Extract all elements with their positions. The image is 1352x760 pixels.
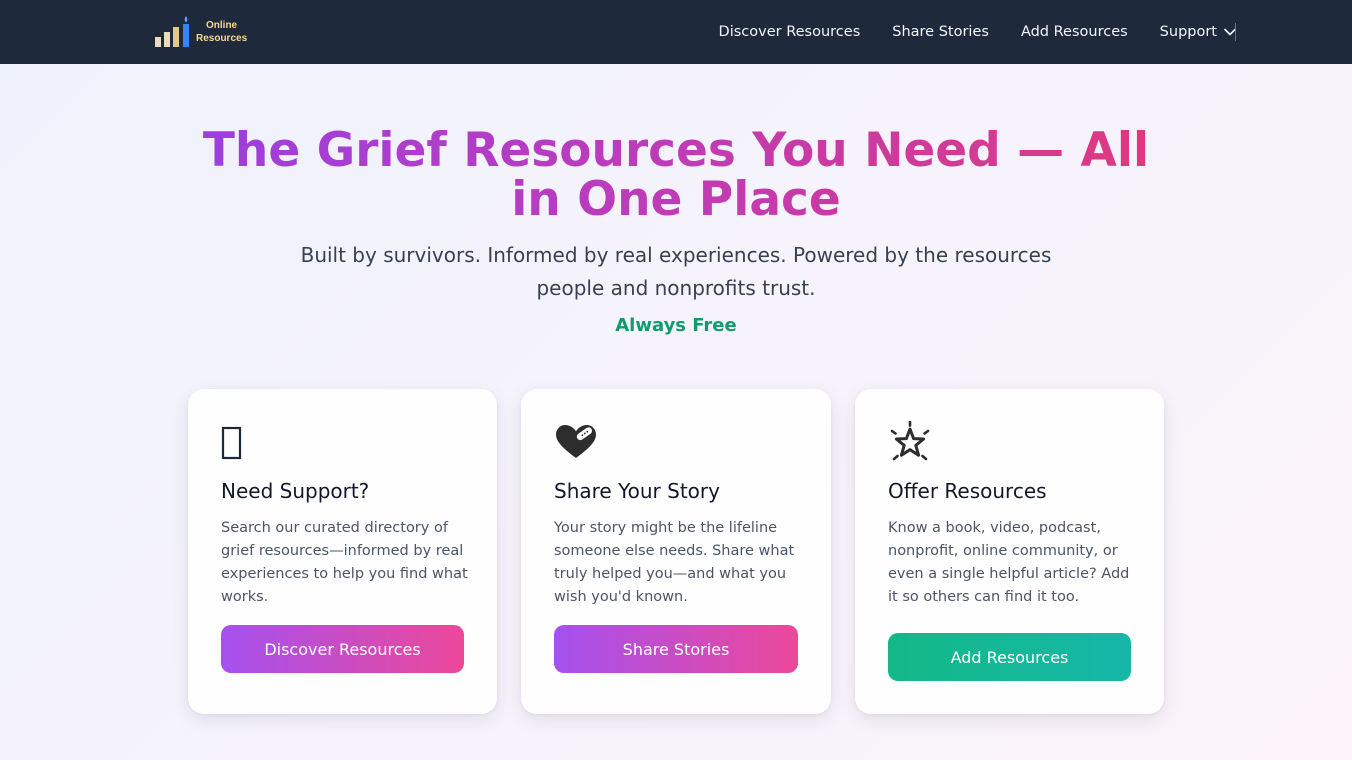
logo-line-2: Resources	[196, 33, 248, 44]
logo-text: Online Resources	[196, 19, 247, 45]
main-nav: Discover Resources Share Stories Add Res…	[719, 0, 1236, 64]
bar-chart-candle-icon	[154, 15, 190, 49]
missing-glyph-icon	[221, 421, 265, 465]
card-description: Search our curated directory of grief re…	[221, 520, 468, 605]
share-stories-button[interactable]: Share Stories	[554, 625, 798, 673]
navbar: Online Resources Discover Resources Shar…	[0, 0, 1352, 64]
nav-support-dropdown[interactable]: Support	[1160, 24, 1236, 40]
card-title: Offer Resources	[888, 479, 1047, 503]
site-logo[interactable]: Online Resources	[154, 14, 254, 50]
heart-with-bandage-icon	[554, 421, 598, 465]
card-need-support: Need Support? Search our curated directo…	[188, 389, 497, 714]
logo-line-1: Online	[206, 20, 238, 31]
nav-divider	[1235, 23, 1236, 41]
card-offer-resources: Offer Resources Know a book, video, podc…	[855, 389, 1164, 714]
add-resources-button[interactable]: Add Resources	[888, 633, 1131, 681]
nav-support-label: Support	[1159, 24, 1217, 40]
discover-resources-button[interactable]: Discover Resources	[221, 625, 464, 673]
shining-star-icon	[888, 420, 932, 465]
card-title: Need Support?	[221, 479, 370, 503]
nav-discover-resources[interactable]: Discover Resources	[719, 24, 861, 40]
card-share-story: Share Your Story Your story might be the…	[521, 389, 831, 714]
hero-subtitle: Built by survivors. Informed by real exp…	[300, 243, 1052, 300]
hero-tagline: Always Free	[615, 315, 737, 336]
card-description: Know a book, video, podcast, nonprofit, …	[888, 520, 1130, 605]
nav-share-stories[interactable]: Share Stories	[892, 24, 989, 40]
nav-add-resources[interactable]: Add Resources	[1021, 24, 1128, 40]
card-description: Your story might be the lifeline someone…	[554, 520, 795, 605]
hero-title: The Grief Resources You Need — All in On…	[176, 126, 1176, 224]
card-title: Share Your Story	[554, 479, 720, 503]
